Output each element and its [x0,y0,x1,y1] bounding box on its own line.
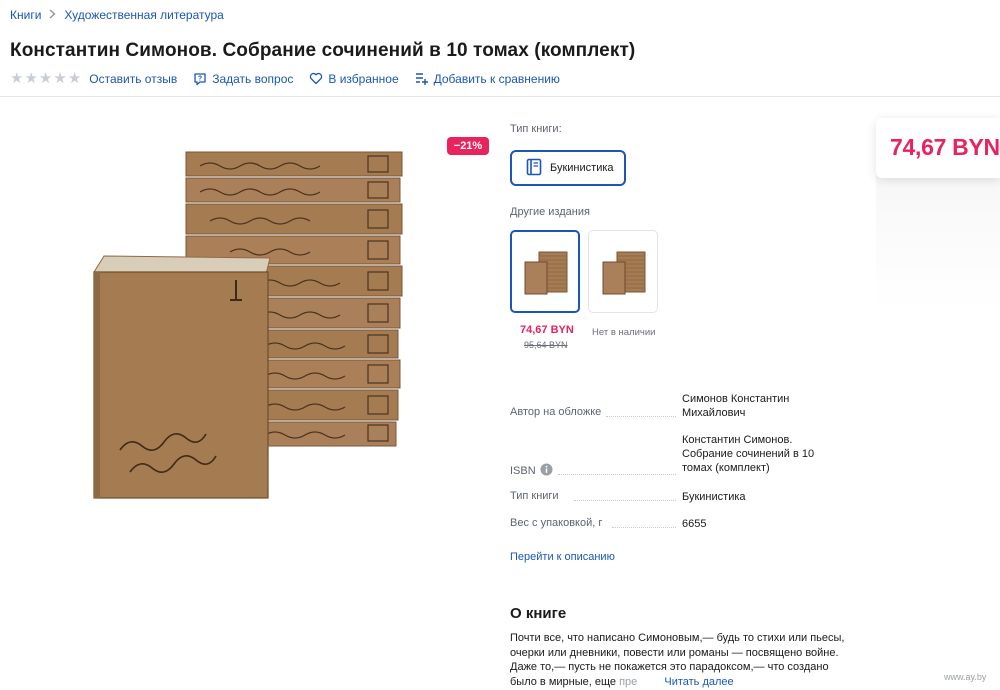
star-icon: ★ [10,70,24,87]
edition-thumbnail [602,251,646,294]
about-faded: пре [619,675,638,688]
book-icon [526,158,542,179]
add-favorite-label: В избранное [328,71,399,86]
product-actions: ★ ★ ★ ★ ★ Оставить отзыв ? Задать вопрос… [10,71,576,86]
book-type-option-label: Букинистика [550,162,614,174]
discount-badge: −21% [447,137,489,155]
add-favorite-link[interactable]: В избранное [309,71,399,86]
spec-name-wrap: ISBN [510,463,553,479]
spec-name: ISBN [510,465,536,477]
spec-name: Автор на обложке [510,406,602,418]
read-more-link[interactable]: Читать далее [664,676,733,688]
spec-value: Симонов Константин Михайлович [682,393,790,419]
leave-review-link[interactable]: Оставить отзыв [89,72,177,86]
spec-value: Букинистика [682,491,746,503]
about-heading: О книге [510,605,567,622]
spec-name: Тип книги [510,490,559,502]
spec-dots [558,474,676,475]
heart-icon [309,72,323,85]
ask-question-label: Задать вопрос [212,71,294,86]
star-icon: ★ [38,70,53,87]
price: 74,67 BYN [890,134,1000,160]
header-divider [0,96,1000,97]
breadcrumb-books[interactable]: Книги [10,8,41,22]
spec-value: Константин Симонов. Собрание сочинений в… [682,434,815,474]
goto-description-link[interactable]: Перейти к описанию [510,551,615,563]
question-bubble-icon: ? [193,72,207,86]
ask-question-link[interactable]: ? Задать вопрос [193,72,293,86]
spec-dots [612,527,676,528]
star-icon: ★ [24,70,38,87]
add-compare-label: Добавить к сравнению [433,71,560,86]
add-compare-link[interactable]: Добавить к сравнению [415,72,560,86]
about-text: Почти все, что написано Симоновым,— будь… [510,631,850,689]
svg-text:?: ? [198,75,202,82]
page-title: Константин Симонов. Собрание сочинений в… [10,40,636,61]
edition-card-selected[interactable] [510,230,580,313]
watermark: www.ay.by [944,672,987,682]
rating-stars[interactable]: ★ ★ ★ ★ ★ [10,71,81,86]
star-icon: ★ [67,70,82,87]
edition-card[interactable] [588,230,658,313]
price-panel [876,170,1000,310]
book-type-option[interactable]: Букинистика [510,150,626,186]
edition-thumbnail [524,251,568,294]
edition-price: 74,67 BYN [520,324,574,336]
spec-dots [606,416,676,417]
edition-old-price: 95,64 BYN [524,340,568,350]
spec-name: Вес с упаковкой, г [510,517,603,529]
book-type-label: Тип книги: [510,123,562,135]
breadcrumb-fiction[interactable]: Художественная литература [64,8,223,22]
front-book-cover [93,255,271,499]
product-image[interactable] [60,122,442,527]
edition-out-of-stock: Нет в наличии [592,327,656,338]
star-icon: ★ [53,70,67,87]
breadcrumb: Книги Художественная литература [10,8,224,22]
compare-list-icon [415,72,429,85]
spec-value: 6655 [682,518,707,530]
leave-review-label: Оставить отзыв [89,71,178,86]
chevron-right-icon [49,8,56,22]
spec-dots [574,500,676,501]
info-icon[interactable] [540,463,553,479]
other-editions-label: Другие издания [510,206,590,218]
